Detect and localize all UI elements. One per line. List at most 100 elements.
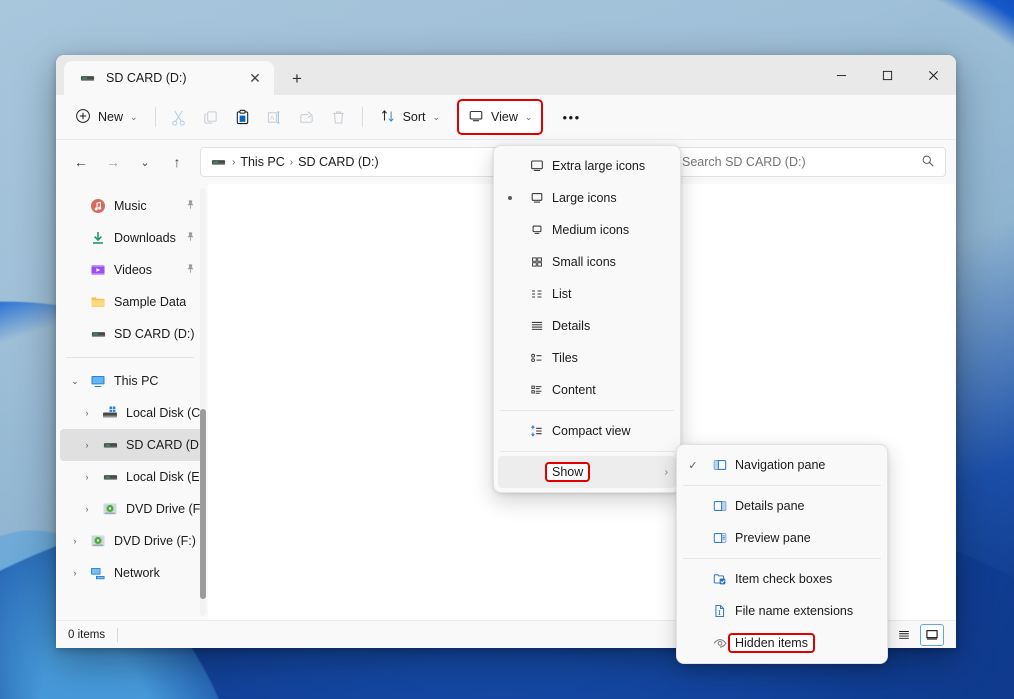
menu-item-details-pane[interactable]: Details pane <box>681 490 883 522</box>
menu-item-details[interactable]: Details <box>498 310 676 342</box>
sidebar-item-videos[interactable]: Videos <box>60 254 204 286</box>
copy-button[interactable] <box>196 101 226 133</box>
sidebar-item-sample-data[interactable]: Sample Data <box>60 286 204 318</box>
new-tab-button[interactable]: + <box>280 63 314 95</box>
sd-card-icon <box>209 155 227 170</box>
up-button[interactable]: ↑ <box>162 147 192 177</box>
ellipsis-icon: ••• <box>562 109 581 125</box>
share-button[interactable] <box>292 101 322 133</box>
breadcrumb-item-this-pc[interactable]: This PC <box>240 155 284 169</box>
forward-button[interactable]: → <box>98 147 128 177</box>
sidebar-item-label: Local Disk (E:) <box>126 470 204 484</box>
menu-item-list[interactable]: List <box>498 278 676 310</box>
pin-icon[interactable] <box>185 231 196 245</box>
close-window-button[interactable] <box>910 55 956 95</box>
menu-item-extra-large-icons[interactable]: Extra large icons <box>498 150 676 182</box>
menu-item-small-icons[interactable]: Small icons <box>498 246 676 278</box>
menu-divider <box>500 410 674 411</box>
cut-button[interactable] <box>164 101 194 133</box>
search-icon[interactable] <box>921 154 935 171</box>
sidebar-item-network[interactable]: › Network <box>60 557 204 589</box>
large-icons-icon <box>522 190 552 206</box>
sidebar-item-local-disk-e[interactable]: › Local Disk (E:) <box>60 461 205 493</box>
sidebar-item-downloads[interactable]: Downloads <box>60 222 204 254</box>
tab-sd-card[interactable]: SD CARD (D:) ✕ <box>64 61 274 95</box>
menu-item-label: Content <box>552 383 596 397</box>
menu-item-hidden-items[interactable]: Hidden items <box>681 627 883 659</box>
status-divider <box>117 627 119 642</box>
see-more-button[interactable]: ••• <box>553 101 589 133</box>
sidebar-item-sd-card[interactable]: › SD CARD (D:) <box>60 429 204 461</box>
chevron-right-icon[interactable]: › <box>80 408 94 418</box>
music-icon <box>89 198 107 214</box>
menu-item-content[interactable]: Content <box>498 374 676 406</box>
chevron-right-icon[interactable]: › <box>80 504 94 514</box>
sidebar-item-music[interactable]: Music <box>60 190 204 222</box>
paste-button[interactable] <box>228 101 258 133</box>
sidebar-item-label: Music <box>114 199 147 213</box>
menu-item-label: File name extensions <box>735 604 854 618</box>
menu-item-item-check-boxes[interactable]: Item check boxes <box>681 563 883 595</box>
network-icon <box>89 565 107 581</box>
search-box[interactable] <box>671 147 946 177</box>
sidebar-item-sd-card-quick[interactable]: SD CARD (D:) <box>60 318 204 350</box>
rename-button[interactable]: A <box>260 101 290 133</box>
chevron-right-icon[interactable]: › <box>68 536 82 546</box>
tiles-icon <box>522 350 552 366</box>
details-view-toggle[interactable] <box>892 624 916 646</box>
extra-large-icons-icon <box>522 158 552 174</box>
folder-icon <box>89 294 107 310</box>
chevron-down-icon[interactable]: ⌄ <box>68 376 82 387</box>
recent-locations-button[interactable]: ⌄ <box>130 147 160 177</box>
system-drive-icon <box>101 405 119 421</box>
new-button[interactable]: New ⌄ <box>66 101 147 133</box>
check-icon: ✓ <box>688 459 698 472</box>
title-bar: SD CARD (D:) ✕ + <box>56 55 956 95</box>
view-button[interactable]: View ⌄ <box>457 99 544 135</box>
sidebar-item-label: Videos <box>114 263 152 277</box>
menu-item-file-name-extensions[interactable]: File name extensions <box>681 595 883 627</box>
large-icons-view-toggle[interactable] <box>920 623 944 646</box>
window-controls <box>818 55 956 95</box>
chevron-down-icon: ⌄ <box>130 111 138 122</box>
menu-item-label: Large icons <box>552 191 617 205</box>
pin-icon[interactable] <box>185 199 196 213</box>
chevron-down-icon: ⌄ <box>432 111 441 122</box>
breadcrumb-item-sd-card[interactable]: SD CARD (D:) <box>298 155 379 169</box>
menu-item-preview-pane[interactable]: Preview pane <box>681 522 883 554</box>
back-button[interactable]: ← <box>66 147 96 177</box>
sidebar-scrollbar-thumb[interactable] <box>200 409 206 599</box>
menu-item-label: Extra large icons <box>552 159 646 173</box>
chevron-right-icon[interactable]: › <box>80 472 94 482</box>
menu-item-compact-view[interactable]: Compact view <box>498 415 676 447</box>
sidebar-item-this-pc[interactable]: ⌄ This PC <box>60 365 204 397</box>
menu-item-label: Medium icons <box>552 223 630 237</box>
monitor-icon <box>468 108 484 127</box>
preview-pane-icon <box>705 530 735 546</box>
sort-button-label: Sort <box>402 110 426 124</box>
menu-item-show[interactable]: Show › <box>498 456 676 488</box>
chevron-right-icon[interactable]: › <box>80 440 94 450</box>
dvd-drive-icon <box>89 533 107 549</box>
delete-button[interactable] <box>324 101 354 133</box>
chevron-right-icon[interactable]: › <box>68 568 82 578</box>
search-input[interactable] <box>682 155 921 169</box>
sidebar-item-dvd-drive-f[interactable]: › DVD Drive (F:) <box>60 493 205 525</box>
sidebar-item-dvd-drive-f-c[interactable]: › DVD Drive (F:) C <box>60 525 205 557</box>
sidebar-item-local-disk-c[interactable]: › Local Disk (C:) <box>60 397 205 429</box>
menu-item-large-icons[interactable]: Large icons <box>498 182 676 214</box>
toolbar-divider-2 <box>361 107 363 127</box>
close-tab-icon[interactable]: ✕ <box>242 66 268 90</box>
menu-item-navigation-pane[interactable]: ✓ Navigation pane <box>681 449 883 481</box>
sort-button[interactable]: Sort ⌄ <box>371 101 449 133</box>
menu-item-label: Show <box>544 462 591 482</box>
maximize-button[interactable] <box>864 55 910 95</box>
menu-item-tiles[interactable]: Tiles <box>498 342 676 374</box>
show-submenu: ✓ Navigation pane Details pane Preview p… <box>676 444 888 664</box>
list-icon <box>522 286 552 302</box>
minimize-button[interactable] <box>818 55 864 95</box>
pin-icon[interactable] <box>185 263 196 277</box>
menu-item-label: Tiles <box>552 351 578 365</box>
menu-item-medium-icons[interactable]: Medium icons <box>498 214 676 246</box>
view-toggle-group <box>892 623 944 646</box>
